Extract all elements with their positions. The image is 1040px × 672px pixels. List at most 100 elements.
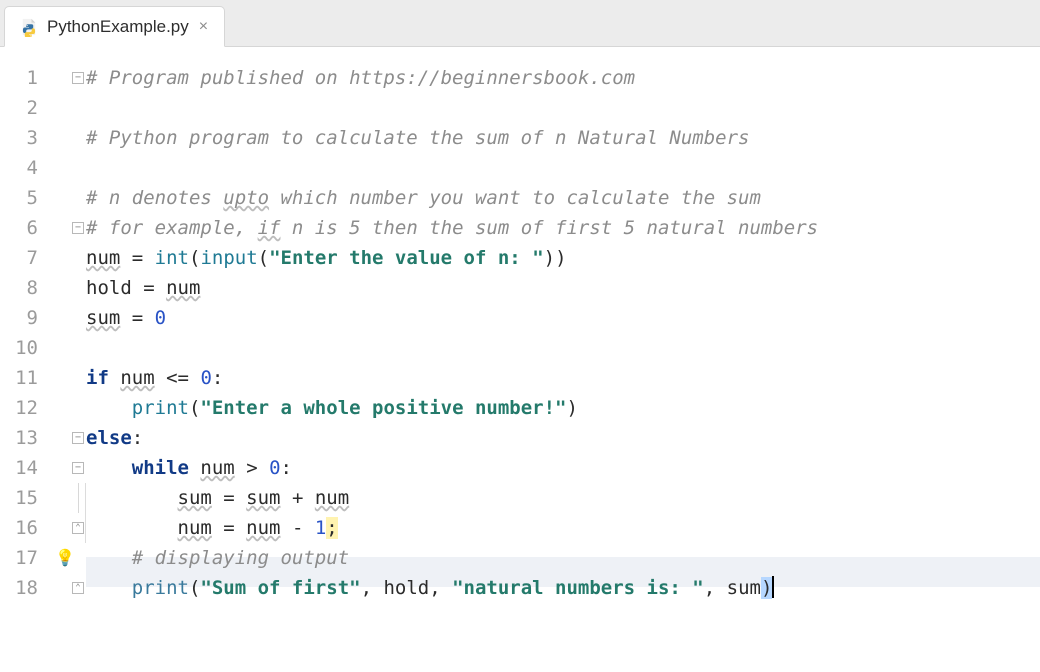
code-line[interactable]: # n denotes upto which number you want t… [86,183,1040,213]
line-number: 2 [0,93,38,123]
line-number: 6 [0,213,38,243]
line-number: 16 [0,513,38,543]
code-token: "Enter a whole positive number!" [200,397,566,419]
code-line[interactable]: num = num - 1; [86,513,1040,543]
code-line[interactable]: sum = sum + num [86,483,1040,513]
code-token: = [143,277,166,299]
code-token: > [235,457,269,479]
fold-cell [46,363,86,393]
fold-cell: − [46,63,86,93]
line-number: 4 [0,153,38,183]
code-token: + [281,487,315,509]
code-area[interactable]: # Program published on https://beginners… [86,47,1040,672]
code-token: sum [86,307,120,329]
fold-cell [46,183,86,213]
code-token: : [132,427,143,449]
code-editor[interactable]: 123456789101112131415161718 −−−−⌃💡⌃ # Pr… [0,47,1040,672]
code-token: n is 5 then the sum of first 5 natural n… [280,217,818,239]
tab-close-icon[interactable]: × [197,18,210,36]
code-token: # displaying output [132,547,349,569]
fold-toggle-icon[interactable]: − [72,462,84,474]
line-number: 12 [0,393,38,423]
code-token: "Sum of first" [200,577,360,599]
fold-toggle-icon[interactable]: − [72,222,84,234]
fold-cell [46,273,86,303]
fold-cell: ⌃ [46,513,86,543]
intention-bulb-icon[interactable]: 💡 [55,543,75,573]
code-line[interactable]: if num <= 0: [86,363,1040,393]
line-number: 10 [0,333,38,363]
code-line[interactable] [86,333,1040,363]
code-token: num [166,277,200,299]
fold-end-icon[interactable]: ⌃ [72,522,84,534]
code-token: num [200,457,234,479]
code-token: 0 [269,457,280,479]
fold-column: − − − − ⌃ 💡 ⌃ [46,47,86,672]
code-line[interactable]: hold = num [86,273,1040,303]
code-token: sum [178,487,212,509]
code-token: ) [566,397,577,419]
fold-cell: − [46,423,86,453]
code-token: 0 [155,307,166,329]
text-caret [772,576,774,598]
line-number: 8 [0,273,38,303]
code-line[interactable]: while num > 0: [86,453,1040,483]
fold-cell [46,483,86,513]
code-line[interactable]: print("Enter a whole positive number!") [86,393,1040,423]
tab-active[interactable]: PythonExample.py × [4,6,225,47]
code-token: = [120,247,154,269]
code-line[interactable]: sum = 0 [86,303,1040,333]
code-token: upto [223,187,269,209]
line-number: 3 [0,123,38,153]
tab-bar: PythonExample.py × [0,0,1040,47]
line-number: 13 [0,423,38,453]
fold-cell [46,153,86,183]
code-token: while [132,457,189,479]
code-line[interactable] [86,93,1040,123]
code-token: if [258,217,281,239]
code-line[interactable]: # Python program to calculate the sum of… [86,123,1040,153]
code-line[interactable]: else: [86,423,1040,453]
code-token: 1 [315,517,326,539]
editor-root: { "tab": { "filename": "PythonExample.py… [0,0,1040,672]
line-number: 15 [0,483,38,513]
code-line[interactable]: # Program published on https://beginners… [86,63,1040,93]
fold-cell [46,333,86,363]
code-line[interactable]: # for example, if n is 5 then the sum of… [86,213,1040,243]
fold-cell: − [46,453,86,483]
code-token: num [86,247,120,269]
code-token: sum [246,487,280,509]
code-token: print [132,397,189,419]
code-token: print [132,577,189,599]
code-token [189,457,200,479]
code-token: , hold, [361,577,453,599]
code-token: # Python program to calculate the sum of… [86,127,749,149]
code-line[interactable] [86,153,1040,183]
fold-cell: ⌃ [46,573,86,603]
fold-cell: 💡 [46,543,86,573]
code-token: # for example, [86,217,258,239]
code-token [109,367,120,389]
code-token: )) [544,247,567,269]
fold-cell [46,393,86,423]
code-token: int [155,247,189,269]
code-token: ( [258,247,269,269]
code-token: input [200,247,257,269]
code-token: ( [189,397,200,419]
fold-cell [46,303,86,333]
python-file-icon [19,17,39,37]
code-token: num [178,517,212,539]
tab-filename: PythonExample.py [47,17,189,37]
code-line[interactable]: # displaying output [86,543,1040,573]
code-line[interactable]: print("Sum of first", hold, "natural num… [86,573,1040,603]
fold-toggle-icon[interactable]: − [72,432,84,444]
code-token: num [120,367,154,389]
code-token: num [315,487,349,509]
line-number: 11 [0,363,38,393]
fold-end-icon[interactable]: ⌃ [72,582,84,594]
code-token: 0 [200,367,211,389]
fold-toggle-icon[interactable]: − [72,72,84,84]
code-line[interactable]: num = int(input("Enter the value of n: "… [86,243,1040,273]
line-number: 1 [0,63,38,93]
code-token: - [281,517,315,539]
